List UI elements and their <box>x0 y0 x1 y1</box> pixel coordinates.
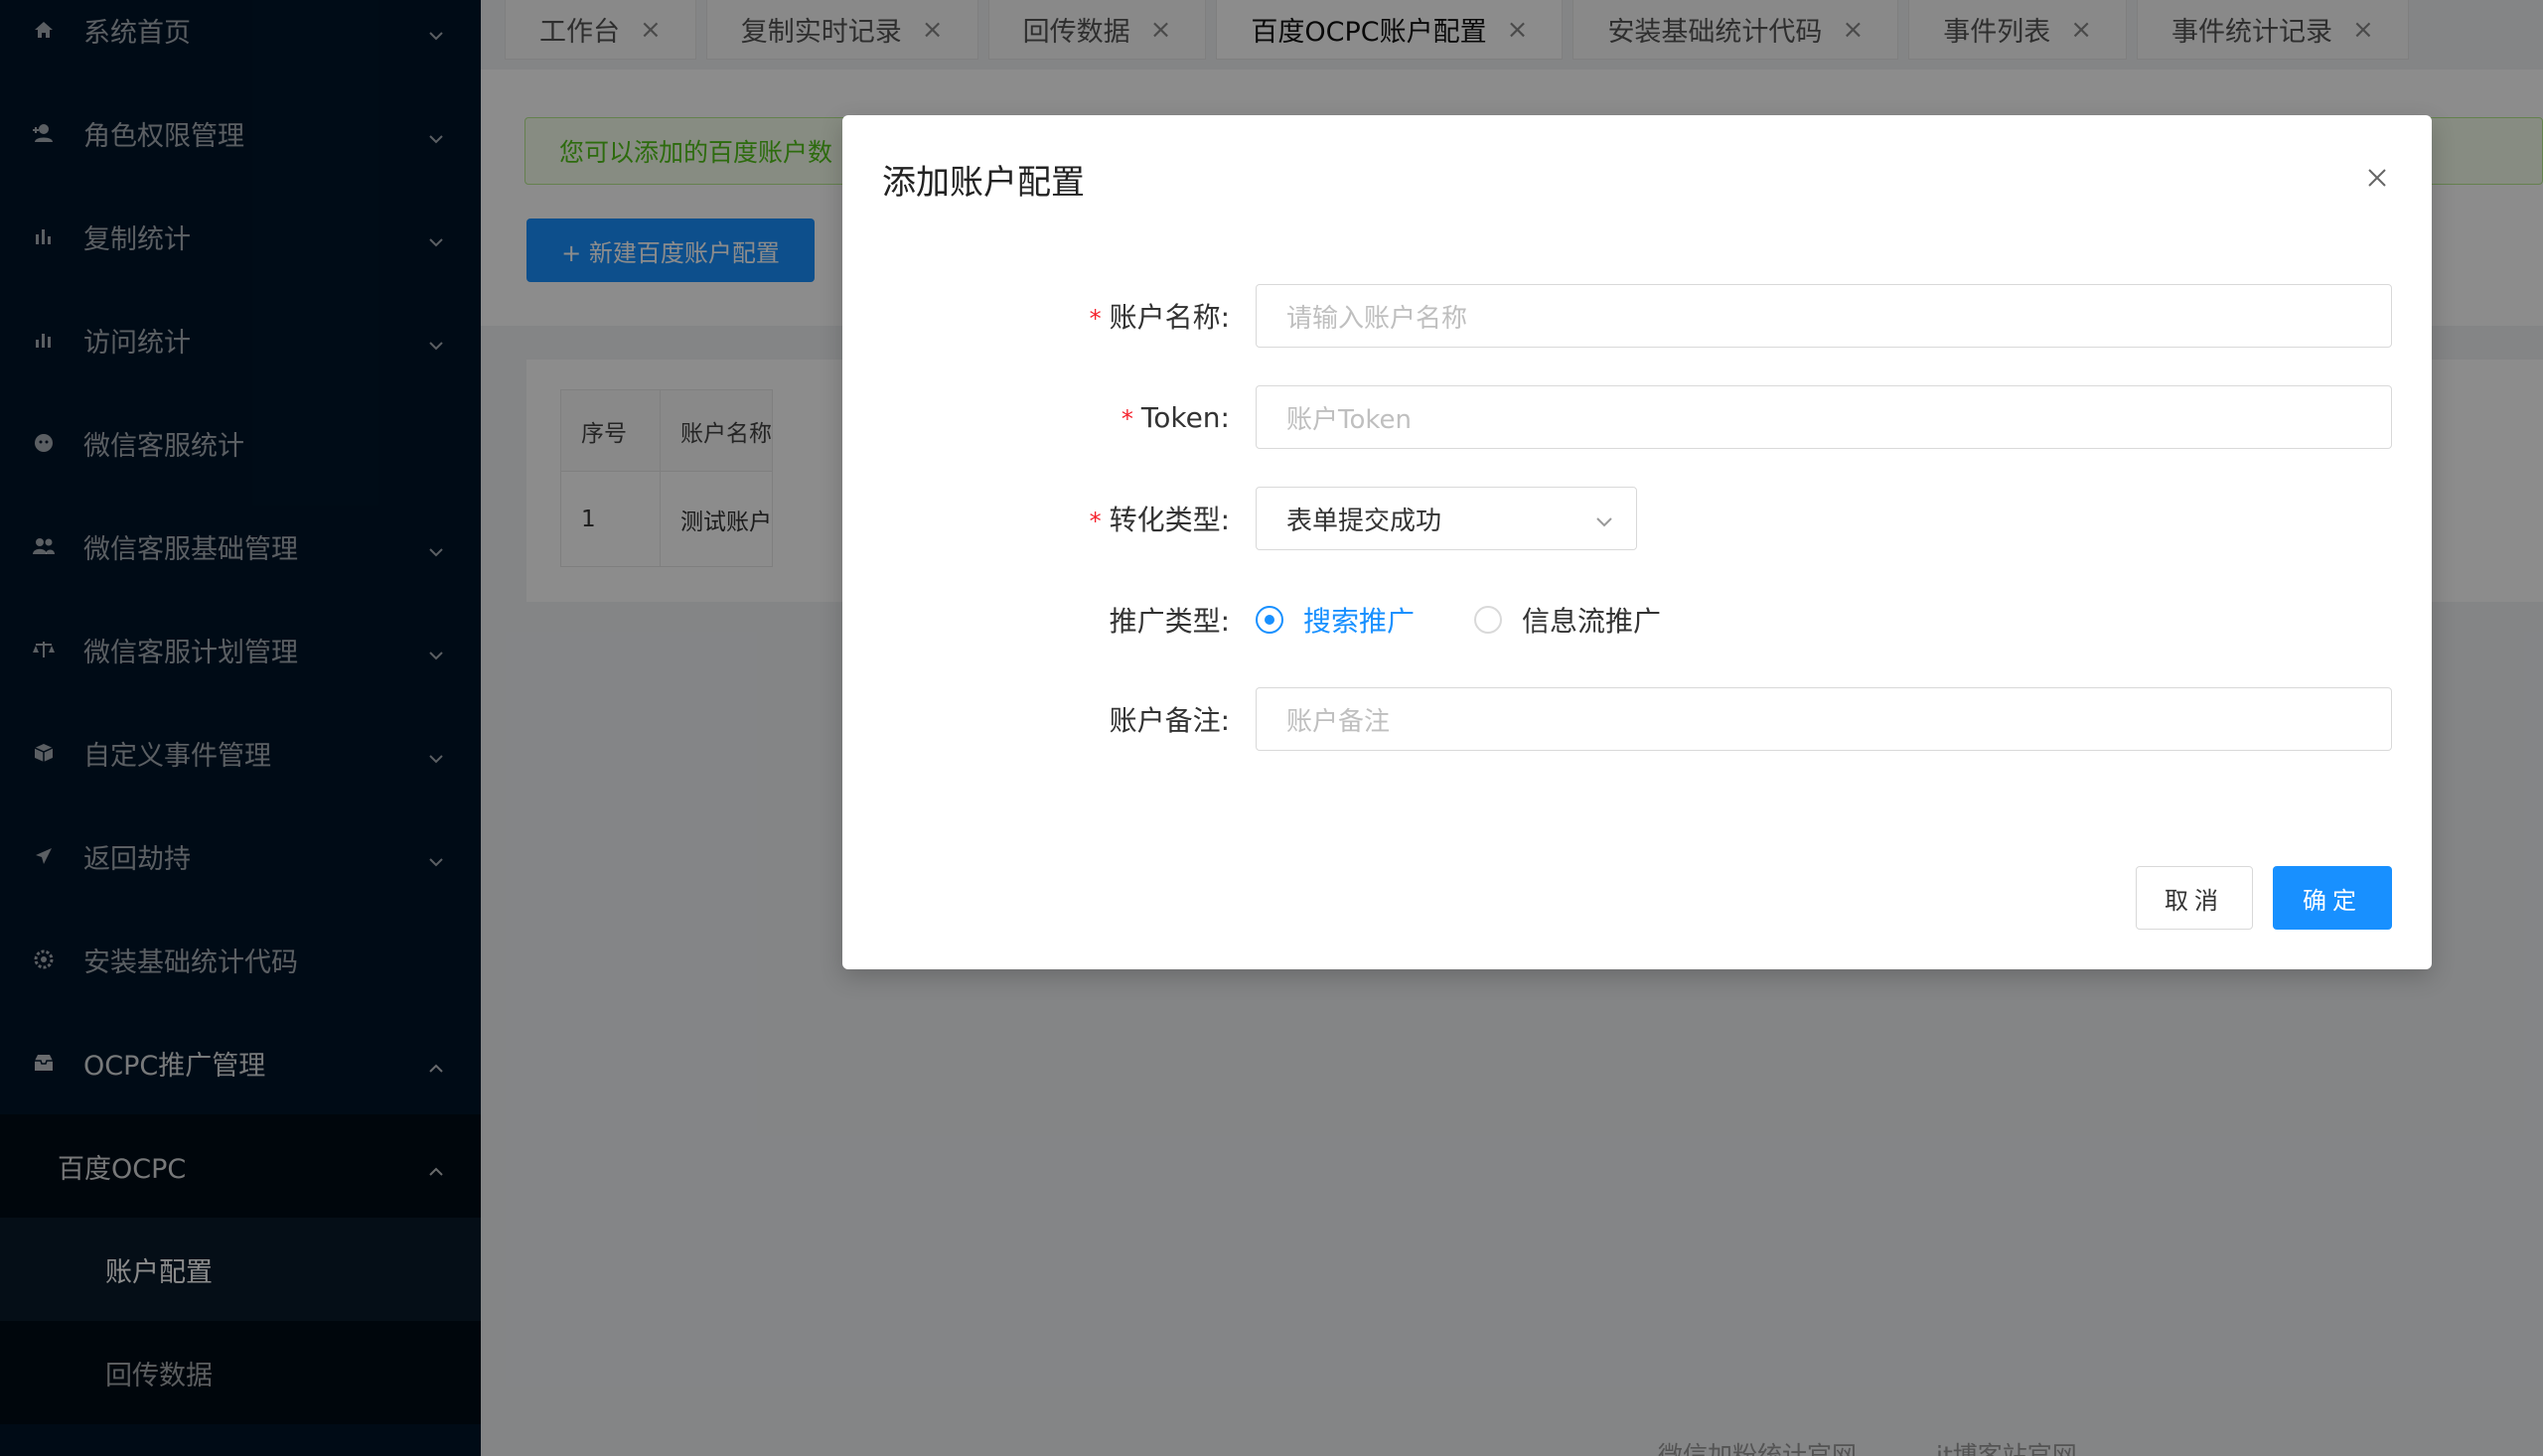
cancel-button[interactable]: 取消 <box>2136 866 2253 930</box>
label-text: 转化类型: <box>1109 504 1230 536</box>
select-value: 表单提交成功 <box>1286 506 1442 536</box>
promo-type-radio-group: 搜索推广 信息流推广 <box>1256 600 1720 640</box>
confirm-button[interactable]: 确定 <box>2273 866 2392 930</box>
form-row-account-name: * 账户名称: 请输入账户名称 <box>842 284 2392 348</box>
label-text: 账户备注: <box>1109 704 1230 737</box>
label-text: 账户名称: <box>1109 301 1230 334</box>
form-row-conversion-type: * 转化类型: 表单提交成功 <box>842 487 2392 550</box>
label-text: 推广类型: <box>1109 605 1230 638</box>
form-label: * 账户名称: <box>842 296 1256 336</box>
form-row-token: * Token: 账户Token <box>842 385 2392 449</box>
form-label: 推广类型: <box>842 600 1256 640</box>
form-label: * 转化类型: <box>842 499 1256 538</box>
modal-title: 添加账户配置 <box>882 163 1085 203</box>
conversion-type-select[interactable]: 表单提交成功 <box>1256 487 1637 550</box>
radio-feed-promo[interactable]: 信息流推广 <box>1474 600 1661 640</box>
chevron-down-icon <box>1594 509 1614 528</box>
radio-checked-icon[interactable] <box>1256 606 1283 634</box>
form-row-remark: 账户备注: 账户备注 <box>842 687 2392 751</box>
label-text: Token: <box>1140 400 1230 434</box>
token-input[interactable]: 账户Token <box>1256 385 2392 449</box>
radio-label: 搜索推广 <box>1303 605 1416 638</box>
required-mark: * <box>1121 404 1133 433</box>
account-name-input[interactable]: 请输入账户名称 <box>1256 284 2392 348</box>
form-row-promo-type: 推广类型: 搜索推广 信息流推广 <box>842 588 2392 652</box>
form-label: 账户备注: <box>842 699 1256 739</box>
radio-label: 信息流推广 <box>1522 605 1662 638</box>
form-label: * Token: <box>842 401 1256 434</box>
required-mark: * <box>1089 305 1102 333</box>
required-mark: * <box>1089 508 1102 535</box>
add-account-modal: 添加账户配置 * 账户名称: 请输入账户名称 * Token: 账户Token * 转… <box>842 115 2432 969</box>
remark-input[interactable]: 账户备注 <box>1256 687 2392 751</box>
radio-search-promo[interactable]: 搜索推广 <box>1256 600 1415 640</box>
close-icon[interactable] <box>2362 163 2392 193</box>
radio-unchecked-icon[interactable] <box>1474 606 1503 634</box>
